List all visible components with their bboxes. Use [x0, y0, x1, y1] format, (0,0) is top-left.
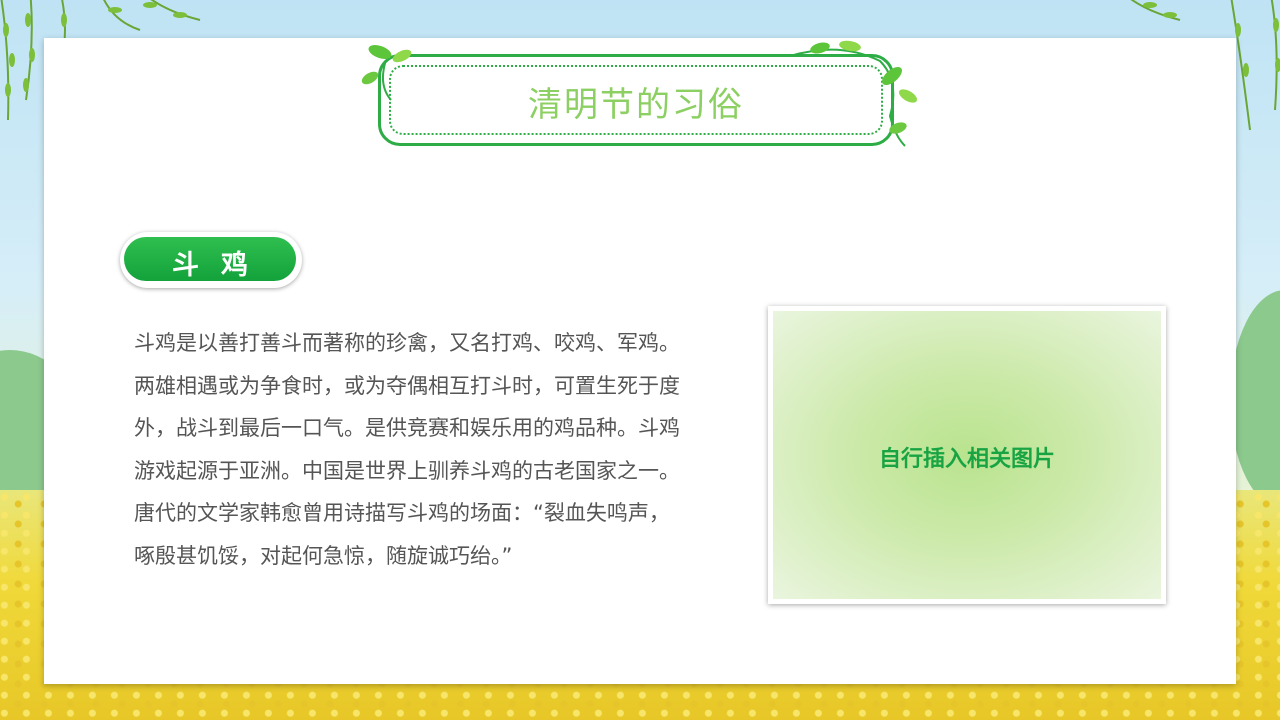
image-placeholder-label: 自行插入相关图片	[878, 447, 1055, 472]
vine-leaf-icon	[361, 45, 412, 101]
body-paragraph: 斗鸡是以善打善斗而著称的珍禽，又名打鸡、咬鸡、军鸡。两雄相遇或为争食时，或为夺偶…	[134, 331, 680, 568]
section-label-pill-inner: 斗鸡	[124, 237, 296, 281]
image-placeholder[interactable]: 自行插入相关图片	[768, 306, 1166, 604]
vine-leaf-icon	[789, 40, 918, 147]
hill-right	[1230, 290, 1280, 510]
section-label-pill: 斗鸡	[120, 232, 302, 288]
image-placeholder-fill: 自行插入相关图片	[773, 311, 1161, 599]
section-label: 斗鸡	[172, 250, 270, 281]
